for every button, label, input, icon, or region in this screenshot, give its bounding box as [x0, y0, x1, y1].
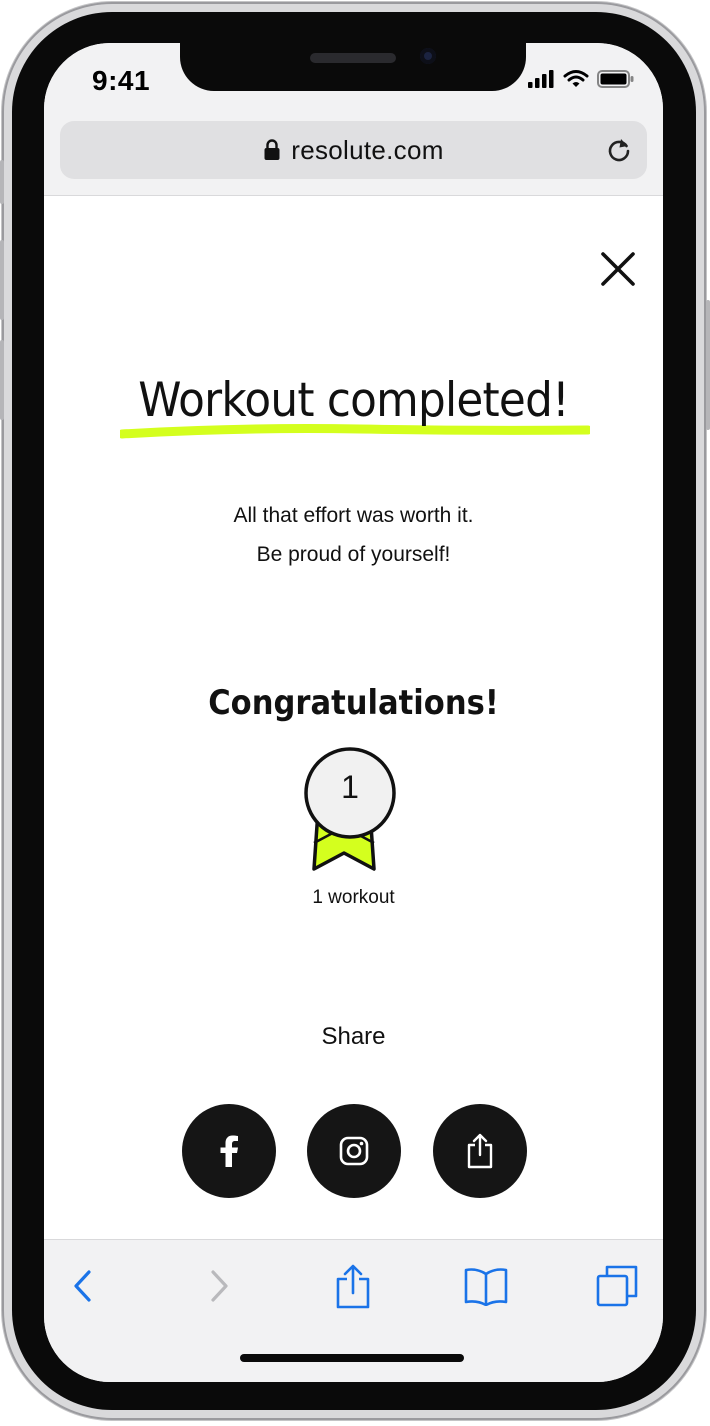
status-icons — [527, 69, 635, 89]
browser-top-bar: 9:41 resolute.com — [44, 43, 663, 196]
page-title: Workout completed! — [138, 373, 569, 428]
instagram-icon — [339, 1136, 369, 1166]
medal-label: 1 workout — [312, 887, 395, 908]
medal-icon — [304, 747, 396, 871]
lock-icon — [264, 139, 280, 160]
wifi-icon — [563, 70, 589, 87]
share-icon — [467, 1133, 493, 1169]
medal-number: 1 — [341, 769, 359, 805]
bookmarks-icon — [464, 1268, 508, 1306]
close-icon[interactable] — [596, 247, 640, 291]
title-wrapper: Workout completed! — [44, 373, 663, 428]
battery-icon — [597, 70, 634, 88]
forward-icon — [211, 1270, 228, 1302]
facebook-share-button[interactable] — [182, 1104, 276, 1198]
tabs-icon — [596, 1265, 638, 1307]
facebook-icon — [220, 1135, 238, 1167]
power-button — [706, 300, 710, 430]
subtitle-line-2: Be proud of yourself! — [256, 543, 451, 566]
share-icon — [336, 1264, 370, 1309]
screen: 9:41 resolute.com Workout completed! All… — [44, 43, 663, 1382]
browser-bottom-toolbar — [44, 1239, 663, 1382]
volume-down-button — [0, 340, 4, 420]
volume-up-button — [0, 240, 4, 320]
address-bar[interactable]: resolute.com — [60, 121, 647, 179]
side-button — [0, 160, 4, 204]
speaker — [310, 53, 396, 63]
notch — [180, 43, 526, 91]
forward-button[interactable] — [192, 1262, 248, 1310]
toolbar-share-button[interactable] — [325, 1262, 381, 1310]
share-label: Share — [321, 1023, 386, 1050]
generic-share-button[interactable] — [433, 1104, 527, 1198]
tabs-button[interactable] — [589, 1262, 645, 1310]
home-indicator[interactable] — [240, 1354, 464, 1362]
back-button[interactable] — [54, 1262, 110, 1310]
camera — [420, 48, 436, 64]
status-time: 9:41 — [92, 65, 151, 96]
reload-icon[interactable] — [605, 136, 633, 164]
subtitle-line-1: All that effort was worth it. — [233, 504, 474, 527]
back-icon — [74, 1270, 91, 1302]
congrats-heading: Congratulations! — [208, 683, 499, 723]
bookmarks-button[interactable] — [458, 1262, 514, 1310]
url-text: resolute.com — [291, 134, 444, 165]
address-content: resolute.com — [60, 121, 647, 179]
instagram-share-button[interactable] — [307, 1104, 401, 1198]
signal-icon — [528, 70, 554, 88]
